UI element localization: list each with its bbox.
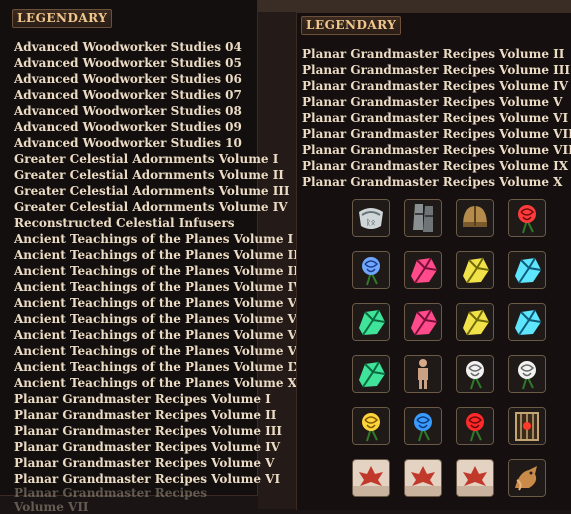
recipe-list-item[interactable]: Advanced Woodworker Studies 08 bbox=[14, 103, 314, 119]
recipe-list-item[interactable]: Greater Celestial Adornments Volume I bbox=[14, 151, 314, 167]
recipe-list-item[interactable]: Greater Celestial Adornments Volume III bbox=[14, 183, 314, 199]
recipe-list-item[interactable]: Planar Grandmaster Recipes Volume V bbox=[14, 455, 314, 471]
recipe-list-item[interactable]: Ancient Teachings of the Planes Volume I… bbox=[14, 279, 314, 295]
recipe-list-item[interactable]: Planar Grandmaster Recipes Volume IX bbox=[302, 158, 571, 174]
green-crystal-icon bbox=[353, 356, 389, 392]
yellow-crystal-icon[interactable] bbox=[456, 251, 494, 289]
background-strip bbox=[258, 0, 571, 12]
recipe-list-item[interactable]: Planar Grandmaster Recipes Volume X bbox=[302, 174, 571, 190]
helmet-icon[interactable] bbox=[456, 199, 494, 237]
cyan-crystal-icon bbox=[509, 252, 545, 288]
red-leaf-drum-icon[interactable] bbox=[404, 459, 442, 497]
yellow-crystal-icon bbox=[457, 304, 493, 340]
greaves-icon[interactable] bbox=[404, 199, 442, 237]
white-rose-icon bbox=[457, 356, 493, 392]
pink-crystal-icon bbox=[405, 252, 441, 288]
recipe-list-item[interactable]: Ancient Teachings of the Planes Volume X bbox=[14, 375, 314, 391]
red-leaf-drum-icon[interactable] bbox=[456, 459, 494, 497]
red-leaf-drum-icon[interactable] bbox=[352, 459, 390, 497]
greaves-icon bbox=[405, 200, 441, 236]
green-crystal-icon[interactable] bbox=[352, 355, 390, 393]
fox-figure-icon bbox=[509, 460, 545, 496]
recipe-list-item[interactable]: Planar Grandmaster Recipes Volume I bbox=[14, 391, 314, 407]
cut-off-list-item: Planar Grandmaster Recipes Volume VII bbox=[14, 486, 207, 514]
recipe-list-item[interactable]: Advanced Woodworker Studies 07 bbox=[14, 87, 314, 103]
left-legendary-panel: LEGENDARY Advanced Woodworker Studies 04… bbox=[0, 0, 314, 514]
recipe-list-item[interactable]: Planar Grandmaster Recipes Volume IV bbox=[14, 439, 314, 455]
bracer-icon: ᚱᛟ bbox=[353, 200, 389, 236]
pink-crystal-icon[interactable] bbox=[404, 251, 442, 289]
recipe-list-item[interactable]: Planar Grandmaster Recipes Volume III bbox=[14, 423, 314, 439]
yellow-crystal-icon bbox=[457, 252, 493, 288]
recipe-list-item[interactable]: Planar Grandmaster Recipes Volume IV bbox=[302, 78, 571, 94]
recipe-list-item[interactable]: Planar Grandmaster Recipes Volume III bbox=[302, 62, 571, 78]
white-rose-icon bbox=[509, 356, 545, 392]
blue-flower-icon bbox=[353, 252, 389, 288]
recipe-list-item[interactable]: Ancient Teachings of the Planes Volume I… bbox=[14, 247, 314, 263]
recipe-list-item[interactable]: Ancient Teachings of the Planes Volume V… bbox=[14, 327, 314, 343]
recipe-list-item[interactable]: Ancient Teachings of the Planes Volume I… bbox=[14, 359, 314, 375]
caged-lantern-icon bbox=[509, 408, 545, 444]
panel-header: LEGENDARY bbox=[301, 16, 402, 35]
red-leaf-drum-icon bbox=[353, 460, 389, 496]
recipe-list-item[interactable]: Reconstructed Celestial Infusers bbox=[14, 215, 314, 231]
red-rose-icon bbox=[457, 408, 493, 444]
green-crystal-icon[interactable] bbox=[352, 303, 390, 341]
green-crystal-icon bbox=[353, 304, 389, 340]
recipe-list-item[interactable]: Advanced Woodworker Studies 09 bbox=[14, 119, 314, 135]
recipe-list-item[interactable]: Planar Grandmaster Recipes Volume II bbox=[302, 46, 571, 62]
yellow-crystal-icon[interactable] bbox=[456, 303, 494, 341]
panel-header: LEGENDARY bbox=[12, 9, 113, 28]
recipe-list-item[interactable]: Greater Celestial Adornments Volume IV bbox=[14, 199, 314, 215]
recipe-list-item[interactable]: Advanced Woodworker Studies 05 bbox=[14, 55, 314, 71]
yellow-rose-icon[interactable] bbox=[352, 407, 390, 445]
recipe-list-item[interactable]: Planar Grandmaster Recipes Volume VIII bbox=[302, 142, 571, 158]
recipe-list-item[interactable]: Planar Grandmaster Recipes Volume VII bbox=[302, 126, 571, 142]
recipe-list-item[interactable]: Greater Celestial Adornments Volume II bbox=[14, 167, 314, 183]
cyan-crystal-icon bbox=[509, 304, 545, 340]
svg-text:ᚱᛟ: ᚱᛟ bbox=[366, 218, 376, 227]
bracer-icon[interactable]: ᚱᛟ bbox=[352, 199, 390, 237]
blue-rose-icon[interactable] bbox=[404, 407, 442, 445]
recipe-list-item[interactable]: Ancient Teachings of the Planes Volume V… bbox=[14, 311, 314, 327]
red-lily-icon[interactable] bbox=[508, 199, 546, 237]
white-rose-icon[interactable] bbox=[508, 355, 546, 393]
mannequin-icon bbox=[405, 356, 441, 392]
fox-figure-icon[interactable] bbox=[508, 459, 546, 497]
recipe-list-item[interactable]: Ancient Teachings of the Planes Volume I… bbox=[14, 263, 314, 279]
recipe-list-item[interactable]: Planar Grandmaster Recipes Volume VI bbox=[302, 110, 571, 126]
cyan-crystal-icon[interactable] bbox=[508, 251, 546, 289]
recipe-list-item[interactable]: Advanced Woodworker Studies 10 bbox=[14, 135, 314, 151]
caged-lantern-icon[interactable] bbox=[508, 407, 546, 445]
yellow-rose-icon bbox=[353, 408, 389, 444]
blue-flower-icon[interactable] bbox=[352, 251, 390, 289]
mannequin-icon[interactable] bbox=[404, 355, 442, 393]
recipe-list: Advanced Woodworker Studies 04 Advanced W… bbox=[14, 39, 314, 487]
pink-crystal-icon[interactable] bbox=[404, 303, 442, 341]
red-leaf-drum-icon bbox=[457, 460, 493, 496]
recipe-list-item[interactable]: Ancient Teachings of the Planes Volume V bbox=[14, 295, 314, 311]
cyan-crystal-icon[interactable] bbox=[508, 303, 546, 341]
red-rose-icon[interactable] bbox=[456, 407, 494, 445]
pink-crystal-icon bbox=[405, 304, 441, 340]
red-leaf-drum-icon bbox=[405, 460, 441, 496]
recipe-list: Planar Grandmaster Recipes Volume II Plan… bbox=[302, 46, 571, 190]
white-rose-icon[interactable] bbox=[456, 355, 494, 393]
recipe-list-item[interactable]: Ancient Teachings of the Planes Volume I bbox=[14, 231, 314, 247]
recipe-list-item[interactable]: Advanced Woodworker Studies 04 bbox=[14, 39, 314, 55]
recipe-list-item[interactable]: Planar Grandmaster Recipes Volume V bbox=[302, 94, 571, 110]
recipe-list-item[interactable]: Ancient Teachings of the Planes Volume V… bbox=[14, 343, 314, 359]
helmet-icon bbox=[457, 200, 493, 236]
blue-rose-icon bbox=[405, 408, 441, 444]
recipe-list-item[interactable]: Advanced Woodworker Studies 06 bbox=[14, 71, 314, 87]
red-lily-icon bbox=[509, 200, 545, 236]
recipe-list-item[interactable]: Planar Grandmaster Recipes Volume II bbox=[14, 407, 314, 423]
recipe-list-item[interactable]: Planar Grandmaster Recipes Volume VI bbox=[14, 471, 314, 487]
